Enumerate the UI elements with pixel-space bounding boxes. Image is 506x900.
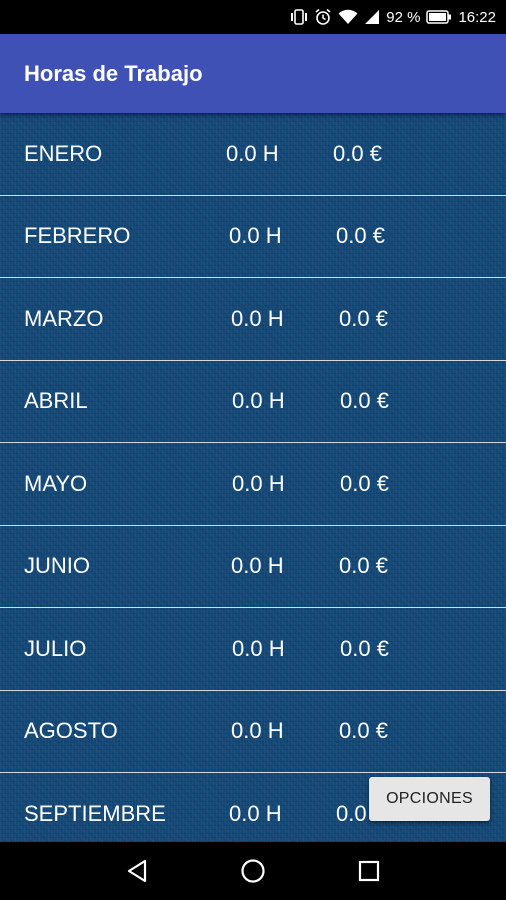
month-hours: 0.0 H: [232, 388, 285, 414]
month-name: JUNIO: [24, 553, 90, 579]
vibrate-icon: [290, 9, 308, 25]
month-money: 0.0 €: [333, 140, 382, 166]
month-name: FEBRERO: [24, 223, 131, 249]
month-money: 0.0 €: [339, 305, 388, 331]
month-row-mayo[interactable]: MAYO 0.0 H 0.0 €: [0, 443, 506, 526]
status-bar: 92 % 16:22: [0, 0, 506, 34]
month-row-enero[interactable]: ENERO 0.0 H 0.0 €: [0, 113, 506, 196]
month-money: 0.0 €: [340, 388, 389, 414]
month-hours: 0.0 H: [231, 305, 284, 331]
month-row-marzo[interactable]: MARZO 0.0 H 0.0 €: [0, 278, 506, 361]
month-money: 0.0 €: [339, 718, 388, 744]
month-name: ABRIL: [24, 388, 88, 414]
month-hours: 0.0 H: [231, 553, 284, 579]
navigation-bar: [0, 842, 506, 900]
month-name: SEPTIEMBRE: [24, 801, 166, 827]
app-bar: Horas de Trabajo: [0, 34, 506, 113]
battery-percent: 92 %: [386, 8, 421, 26]
month-hours: 0.0 H: [232, 470, 285, 496]
month-money: 0.0 €: [336, 223, 385, 249]
month-list[interactable]: ENERO 0.0 H 0.0 € FEBRERO 0.0 H 0.0 € MA…: [0, 113, 506, 842]
home-icon[interactable]: [240, 858, 266, 884]
month-hours: 0.0 H: [231, 718, 284, 744]
wifi-icon: [338, 9, 358, 25]
month-name: MARZO: [24, 305, 104, 331]
month-money: 0.0 €: [340, 635, 389, 661]
month-row-julio[interactable]: JULIO 0.0 H 0.0 €: [0, 608, 506, 691]
recents-icon[interactable]: [358, 860, 380, 882]
back-icon[interactable]: [126, 859, 148, 883]
month-hours: 0.0 H: [229, 801, 282, 827]
month-row-abril[interactable]: ABRIL 0.0 H 0.0 €: [0, 361, 506, 443]
month-row-agosto[interactable]: AGOSTO 0.0 H 0.0 €: [0, 691, 506, 773]
month-name: ENERO: [24, 140, 103, 166]
clock: 16:22: [458, 8, 496, 26]
month-money: 0.0 €: [339, 553, 388, 579]
month-name: JULIO: [24, 635, 87, 661]
month-hours: 0.0 H: [226, 140, 279, 166]
options-button[interactable]: OPCIONES: [369, 777, 490, 821]
month-name: AGOSTO: [24, 718, 118, 744]
month-hours: 0.0 H: [232, 635, 285, 661]
month-row-febrero[interactable]: FEBRERO 0.0 H 0.0 €: [0, 196, 506, 278]
month-hours: 0.0 H: [229, 223, 282, 249]
app-title: Horas de Trabajo: [24, 60, 203, 86]
month-money: 0.0 €: [340, 470, 389, 496]
month-row-junio[interactable]: JUNIO 0.0 H 0.0 €: [0, 526, 506, 608]
signal-icon: [364, 9, 380, 25]
month-name: MAYO: [24, 470, 88, 496]
alarm-icon: [314, 8, 332, 26]
battery-icon: [426, 10, 452, 24]
